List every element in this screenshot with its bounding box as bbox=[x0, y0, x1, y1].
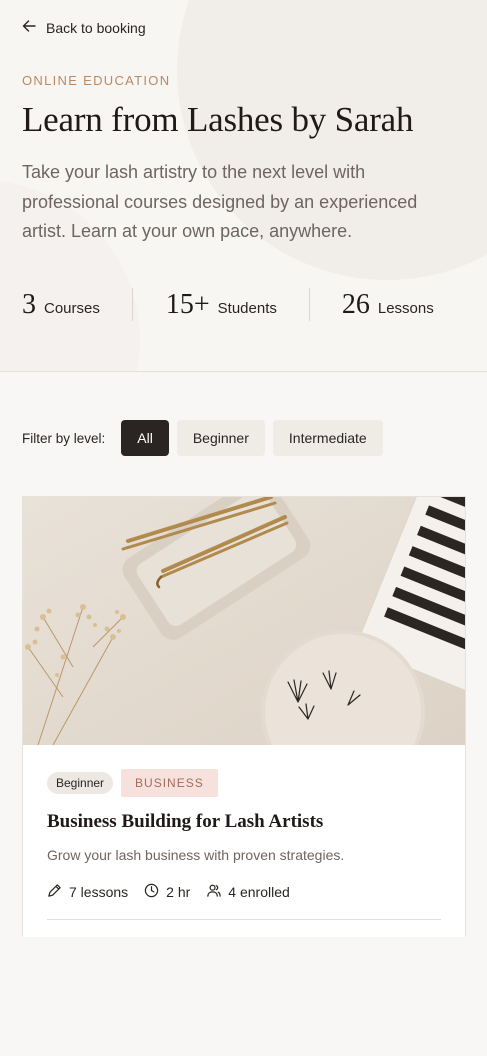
course-card-body: Beginner BUSINESS Business Building for … bbox=[23, 745, 465, 920]
level-filter-bar: Filter by level: All Beginner Intermedia… bbox=[22, 420, 391, 456]
duration: 2 hr bbox=[144, 883, 190, 901]
stat-label: Courses bbox=[44, 299, 100, 317]
level-badge: Beginner bbox=[47, 772, 114, 794]
filter-chip-all[interactable]: All bbox=[121, 420, 169, 456]
course-card[interactable]: Beginner BUSINESS Business Building for … bbox=[22, 496, 466, 937]
enrolled-count: 4 enrolled bbox=[206, 883, 290, 901]
clock-icon bbox=[144, 883, 159, 901]
stat-courses: 3 Courses bbox=[22, 289, 100, 321]
page-title: Learn from Lashes by Sarah bbox=[22, 100, 414, 139]
stat-value: 15+ bbox=[165, 288, 210, 320]
filter-chip-beginner[interactable]: Beginner bbox=[176, 420, 265, 456]
enrolled-label: 4 enrolled bbox=[228, 884, 290, 900]
stat-value: 26 bbox=[341, 288, 370, 320]
lessons-count: 7 lessons bbox=[47, 883, 128, 901]
users-icon bbox=[206, 883, 221, 901]
course-tags: Beginner BUSINESS bbox=[47, 769, 441, 797]
course-description: Grow your lash business with proven stra… bbox=[47, 847, 345, 863]
filter-chip-intermediate[interactable]: Intermediate bbox=[272, 420, 383, 456]
arrow-left-icon bbox=[22, 19, 36, 36]
hero-description: Take your lash artistry to the next leve… bbox=[22, 162, 418, 241]
pencil-icon bbox=[47, 883, 62, 901]
stat-label: Students bbox=[217, 299, 277, 317]
hero-section: Back to booking ONLINE EDUCATION Learn f… bbox=[0, 0, 487, 372]
back-link-label: Back to booking bbox=[46, 19, 146, 36]
stat-divider bbox=[308, 288, 310, 321]
stats-row: 3 Courses 15+ Students 26 Lessons bbox=[22, 288, 465, 321]
duration-label: 2 hr bbox=[166, 884, 191, 900]
stat-label: Lessons bbox=[377, 299, 434, 317]
card-divider bbox=[47, 919, 441, 920]
course-title[interactable]: Business Building for Lash Artists bbox=[47, 811, 441, 833]
back-to-booking-link[interactable]: Back to booking bbox=[22, 19, 146, 36]
stat-lessons: 26 Lessons bbox=[342, 289, 434, 321]
lessons-label: 7 lessons bbox=[69, 884, 129, 900]
course-meta: 7 lessons 2 hr 4 enrolled bbox=[47, 883, 441, 901]
filter-label: Filter by level: bbox=[22, 430, 106, 446]
stat-students: 15+ Students bbox=[166, 289, 277, 321]
category-badge: BUSINESS bbox=[121, 769, 218, 797]
stat-divider bbox=[131, 288, 133, 321]
hero-eyebrow: ONLINE EDUCATION bbox=[22, 73, 171, 88]
course-image bbox=[23, 497, 465, 745]
stat-value: 3 bbox=[22, 288, 36, 320]
